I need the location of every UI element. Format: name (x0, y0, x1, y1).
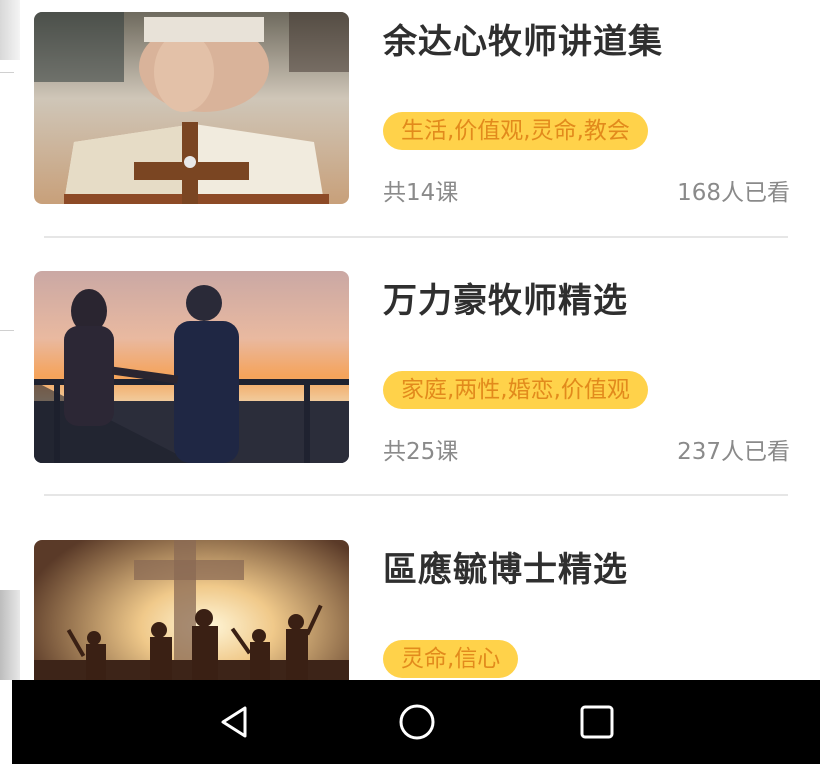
course-title: 余达心牧师讲道集 (383, 22, 663, 62)
course-tag-badge: 生活,价值观,灵命,教会 (383, 112, 648, 150)
course-tag-badge: 灵命,信心 (383, 640, 519, 678)
adjacent-screen-edge (0, 590, 20, 680)
lesson-count: 共25课 (383, 439, 459, 465)
course-title: 區應毓博士精选 (383, 550, 628, 590)
list-divider (44, 236, 788, 238)
adjacent-screen-edge (0, 0, 20, 60)
view-count: 168人已看 (677, 180, 790, 206)
list-divider (44, 494, 788, 496)
course-card[interactable]: 万力豪牧师精选 家庭,两性,婚恋,价值观 共25课 237人已看 (34, 271, 790, 471)
lesson-count: 共14课 (383, 180, 459, 206)
course-thumbnail[interactable] (34, 271, 349, 463)
system-navigation-bar (12, 680, 820, 764)
triangle-back-icon (221, 706, 247, 738)
couple-sunset-image (34, 271, 349, 463)
adjacent-screen-line (0, 72, 14, 73)
back-button[interactable] (210, 697, 260, 747)
course-list-screen: 余达心牧师讲道集 生活,价值观,灵命,教会 共14课 168人已看 万力豪牧师精… (0, 0, 820, 764)
course-card[interactable]: 余达心牧师讲道集 生活,价值观,灵命,教会 共14课 168人已看 (34, 12, 790, 212)
praying-hands-bible-image (34, 12, 349, 204)
adjacent-screen-line (0, 330, 14, 331)
course-tag-badge: 家庭,两性,婚恋,价值观 (383, 371, 648, 409)
square-recents-icon (580, 705, 614, 739)
circle-home-icon (399, 704, 435, 740)
view-count: 237人已看 (677, 439, 790, 465)
course-title: 万力豪牧师精选 (383, 281, 628, 321)
course-thumbnail[interactable] (34, 12, 349, 204)
recents-button[interactable] (572, 697, 622, 747)
home-button[interactable] (392, 697, 442, 747)
